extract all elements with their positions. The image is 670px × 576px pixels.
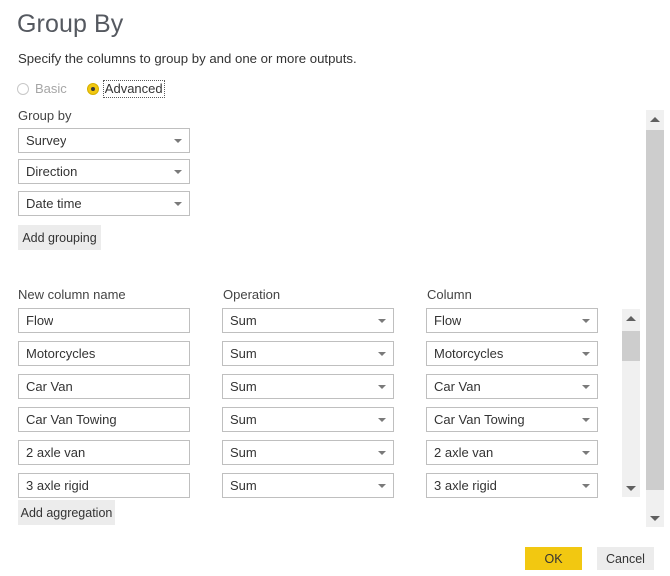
chevron-down-icon [378, 483, 386, 488]
scroll-up-arrow-icon [650, 116, 660, 122]
dialog-scrollbar[interactable] [646, 110, 664, 527]
operation-dropdown-3[interactable]: Sum [222, 374, 394, 399]
header-column: Column [427, 287, 472, 302]
radio-advanced-mark [86, 83, 99, 95]
dialog-scroll-up-button[interactable] [646, 110, 664, 128]
radio-basic-mark [17, 83, 29, 95]
new-column-name-value-2: Motorcycles [26, 345, 96, 361]
chevron-down-icon [582, 318, 590, 323]
add-grouping-button[interactable]: Add grouping [18, 225, 101, 250]
ok-button[interactable]: OK [525, 547, 582, 570]
new-column-name-input-1[interactable]: Flow [18, 308, 190, 333]
radio-advanced-label: Advanced [102, 80, 165, 98]
column-value-1: Flow [434, 312, 462, 328]
column-dropdown-2[interactable]: Motorcycles [426, 341, 598, 366]
operation-value-2: Sum [230, 345, 257, 361]
page-subtitle: Specify the columns to group by and one … [18, 51, 357, 66]
new-column-name-input-6[interactable]: 3 axle rigid [18, 473, 190, 498]
column-dropdown-6[interactable]: 3 axle rigid [426, 473, 598, 498]
column-dropdown-5[interactable]: 2 axle van [426, 440, 598, 465]
column-dropdown-3[interactable]: Car Van [426, 374, 598, 399]
cancel-button[interactable]: Cancel [597, 547, 654, 570]
new-column-name-input-5[interactable]: 2 axle van [18, 440, 190, 465]
new-column-name-input-3[interactable]: Car Van [18, 374, 190, 399]
chevron-down-icon [174, 201, 182, 206]
column-value-3: Car Van [434, 378, 481, 394]
operation-value-5: Sum [230, 444, 257, 460]
scroll-up-arrow-icon [626, 315, 636, 321]
header-new-column-name: New column name [18, 287, 126, 302]
column-value-5: 2 axle van [434, 444, 494, 460]
operation-dropdown-1[interactable]: Sum [222, 308, 394, 333]
new-column-name-value-6: 3 axle rigid [26, 477, 89, 493]
dialog-scroll-down-button[interactable] [646, 509, 664, 527]
new-column-name-value-1: Flow [26, 312, 54, 328]
aggregation-list-scrollbar[interactable] [622, 309, 640, 497]
header-operation: Operation [223, 287, 281, 302]
chevron-down-icon [378, 417, 386, 422]
aggregation-scrollbar-thumb[interactable] [622, 331, 640, 361]
chevron-down-icon [582, 450, 590, 455]
group-by-dropdown-1-value: Survey [26, 132, 67, 148]
chevron-down-icon [582, 483, 590, 488]
column-value-2: Motorcycles [434, 345, 504, 361]
column-dropdown-1[interactable]: Flow [426, 308, 598, 333]
aggregation-scroll-up-button[interactable] [622, 309, 640, 327]
group-by-dropdown-3-value: Date time [26, 195, 82, 211]
chevron-down-icon [378, 384, 386, 389]
operation-dropdown-5[interactable]: Sum [222, 440, 394, 465]
chevron-down-icon [174, 169, 182, 174]
radio-advanced[interactable]: Advanced [86, 80, 165, 98]
chevron-down-icon [174, 138, 182, 143]
chevron-down-icon [378, 351, 386, 356]
chevron-down-icon [582, 384, 590, 389]
operation-dropdown-4[interactable]: Sum [222, 407, 394, 432]
new-column-name-value-5: 2 axle van [26, 444, 86, 460]
operation-value-3: Sum [230, 378, 257, 394]
operation-value-1: Sum [230, 312, 257, 328]
chevron-down-icon [582, 351, 590, 356]
chevron-down-icon [378, 450, 386, 455]
chevron-down-icon [582, 417, 590, 422]
operation-dropdown-2[interactable]: Sum [222, 341, 394, 366]
group-by-dropdown-1[interactable]: Survey [18, 128, 190, 153]
mode-radio-group: Basic Advanced [17, 80, 165, 98]
column-dropdown-4[interactable]: Car Van Towing [426, 407, 598, 432]
column-value-6: 3 axle rigid [434, 477, 497, 493]
aggregation-scroll-down-button[interactable] [622, 479, 640, 497]
chevron-down-icon [378, 318, 386, 323]
page-title: Group By [17, 10, 124, 38]
add-aggregation-button[interactable]: Add aggregation [18, 500, 115, 525]
group-by-dropdown-2-value: Direction [26, 163, 78, 179]
column-value-4: Car Van Towing [434, 411, 525, 427]
radio-basic[interactable]: Basic [17, 80, 67, 98]
operation-value-4: Sum [230, 411, 257, 427]
new-column-name-value-3: Car Van [26, 378, 73, 394]
new-column-name-value-4: Car Van Towing [26, 411, 117, 427]
radio-basic-label: Basic [35, 81, 67, 96]
group-by-dropdown-3[interactable]: Date time [18, 191, 190, 216]
scroll-down-arrow-icon [626, 485, 636, 491]
group-by-label: Group by [18, 108, 72, 123]
new-column-name-input-4[interactable]: Car Van Towing [18, 407, 190, 432]
operation-value-6: Sum [230, 477, 257, 493]
group-by-dropdown-2[interactable]: Direction [18, 159, 190, 184]
dialog-scrollbar-thumb[interactable] [646, 130, 664, 490]
operation-dropdown-6[interactable]: Sum [222, 473, 394, 498]
scroll-down-arrow-icon [650, 515, 660, 521]
new-column-name-input-2[interactable]: Motorcycles [18, 341, 190, 366]
